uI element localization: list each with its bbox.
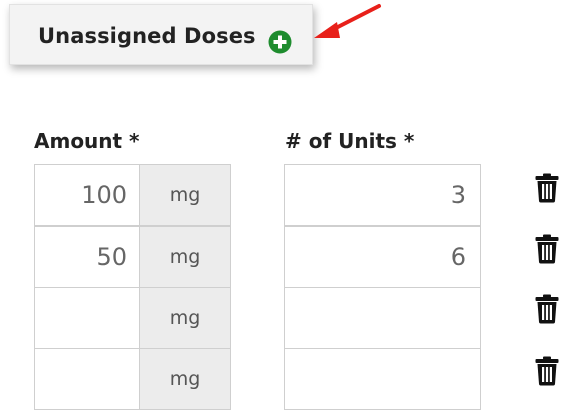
units-input[interactable] bbox=[284, 287, 481, 349]
amount-input[interactable]: 50 bbox=[34, 226, 140, 288]
amount-unit-label: mg bbox=[139, 226, 231, 288]
units-input[interactable]: 3 bbox=[284, 164, 481, 226]
amount-input[interactable]: 100 bbox=[34, 164, 140, 226]
amount-input[interactable] bbox=[34, 287, 140, 349]
amount-input[interactable] bbox=[34, 348, 140, 410]
trash-icon[interactable] bbox=[535, 173, 559, 203]
units-header: # of Units * bbox=[285, 129, 415, 153]
trash-icon[interactable] bbox=[535, 356, 559, 386]
annotation-arrow-icon bbox=[314, 4, 381, 38]
trash-icon[interactable] bbox=[535, 294, 559, 324]
plus-circle-icon[interactable] bbox=[268, 30, 292, 54]
unassigned-doses-label: Unassigned Doses bbox=[38, 24, 256, 48]
amount-unit-label: mg bbox=[139, 348, 231, 410]
unassigned-doses-button[interactable]: Unassigned Doses bbox=[9, 4, 313, 65]
amount-header: Amount * bbox=[34, 129, 140, 153]
amount-unit-label: mg bbox=[139, 287, 231, 349]
amount-unit-label: mg bbox=[139, 164, 231, 226]
units-input[interactable] bbox=[284, 348, 481, 410]
dose-form: Unassigned Doses Amount * # of Units * 1… bbox=[0, 0, 575, 412]
units-input[interactable]: 6 bbox=[284, 226, 481, 288]
trash-icon[interactable] bbox=[535, 234, 559, 264]
